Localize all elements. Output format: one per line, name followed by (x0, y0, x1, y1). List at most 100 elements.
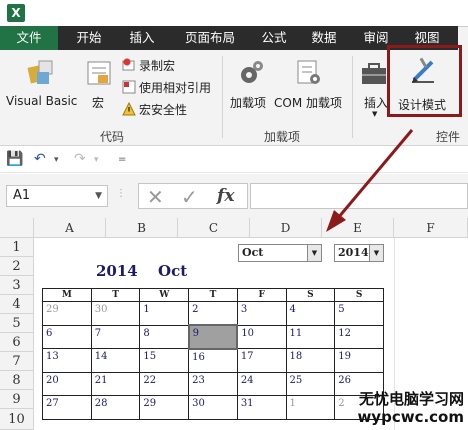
customize-qat-icon[interactable]: = (118, 154, 126, 165)
weekday-header: F (236, 288, 287, 302)
calendar-day-cell[interactable]: 16 (188, 348, 238, 373)
calendar-day-cell[interactable]: 21 (90, 371, 141, 396)
addins-button[interactable]: 加载项 (228, 54, 274, 110)
save-icon[interactable]: 💾 (6, 151, 23, 167)
calendar-day-cell[interactable]: 17 (236, 348, 287, 373)
cancel-icon[interactable]: ✕ (147, 185, 164, 209)
tab-home[interactable]: 开始 (70, 26, 108, 50)
macro-security-button[interactable]: 宏安全性 (122, 100, 187, 120)
calendar-day-cell[interactable]: 11 (285, 324, 336, 349)
calendar-day-cell[interactable]: 8 (139, 324, 190, 349)
controls-group-label: 控件 (436, 130, 461, 144)
enter-icon[interactable]: ✓ (181, 185, 198, 209)
warning-icon (122, 102, 136, 116)
com-addins-button[interactable]: COM 加载项 (272, 54, 348, 110)
chevron-down-icon: ▼ (95, 191, 102, 201)
calendar-day-cell[interactable]: 30 (188, 395, 238, 420)
calendar-day-cell[interactable]: 7 (90, 324, 141, 349)
calendar-day-cell[interactable]: 30 (90, 301, 141, 326)
record-macro-button[interactable]: 录制宏 (122, 56, 175, 76)
row-header[interactable]: 10 (0, 409, 34, 430)
row-header[interactable]: 6 (0, 333, 34, 352)
splitter-dots-icon: ⋮ (116, 188, 126, 199)
year-select[interactable]: 2014 ▼ (334, 244, 384, 262)
calendar-day-cell[interactable]: 23 (188, 371, 238, 396)
chevron-down-icon: ▼ (307, 245, 321, 261)
column-header[interactable]: D (250, 218, 322, 238)
formula-buttons: ✕ ✓ fx (138, 183, 248, 209)
calendar-day-cell[interactable]: 27 (42, 395, 92, 420)
calendar-day-cell[interactable]: 5 (334, 301, 384, 326)
calendar-day-cell[interactable]: 6 (42, 324, 92, 349)
calendar-day-cell[interactable]: 13 (42, 348, 92, 373)
undo-dropdown-icon[interactable]: ▾ (54, 155, 59, 165)
row-header[interactable]: 5 (0, 314, 34, 333)
calendar-day-cell[interactable]: 4 (285, 301, 336, 326)
calendar-day-cell[interactable]: 10 (236, 324, 287, 349)
calendar-year-title: 2014 (96, 262, 138, 280)
row-header[interactable]: 1 (0, 238, 34, 257)
calendar-day-cell[interactable]: 2 (188, 301, 238, 326)
calendar-day-cell[interactable]: 20 (42, 371, 92, 396)
month-select[interactable]: Oct ▼ (238, 244, 322, 262)
group-separator (222, 56, 223, 138)
tab-page-layout[interactable]: 页面布局 (178, 26, 242, 50)
redo-dropdown-icon[interactable]: ▾ (94, 155, 99, 165)
record-icon (122, 58, 135, 71)
calendar-day-cell[interactable]: 22 (139, 371, 190, 396)
row-header[interactable]: 4 (0, 295, 34, 314)
calendar-day-cell[interactable]: 25 (285, 371, 336, 396)
column-header[interactable]: F (394, 218, 468, 238)
tab-data[interactable]: 数据 (306, 26, 342, 50)
tab-insert[interactable]: 插入 (122, 26, 162, 50)
calendar-day-cell[interactable]: 29 (139, 395, 190, 420)
select-all-corner[interactable] (0, 218, 34, 238)
quick-access-toolbar: 💾 ↶ ▾ ↷ ▾ = (0, 147, 468, 173)
addins-group-label: 加载项 (264, 130, 301, 144)
row-header[interactable]: 8 (0, 371, 34, 390)
calendar-day-cell[interactable]: 31 (236, 395, 287, 420)
calendar-month-title: Oct (158, 262, 188, 280)
calendar-day-cell[interactable]: 1 (285, 395, 336, 420)
calendar-day-cell[interactable]: 18 (285, 348, 336, 373)
title-bar: X (0, 0, 468, 26)
calendar-day-cell[interactable]: 15 (139, 348, 190, 373)
column-header[interactable]: E (322, 218, 394, 238)
insert-function-icon[interactable]: fx (217, 186, 234, 206)
design-mode-highlight (387, 45, 462, 117)
formula-input[interactable] (250, 183, 468, 209)
calendar-day-cell[interactable]: 14 (90, 348, 141, 373)
visual-basic-button[interactable]: Visual Basic (4, 54, 78, 110)
calendar-day-cell[interactable]: 12 (334, 324, 384, 349)
toolbox-icon (362, 63, 386, 84)
excel-logo-icon: X (7, 4, 25, 22)
redo-icon[interactable]: ↷ (74, 151, 86, 167)
undo-icon[interactable]: ↶ (34, 151, 46, 167)
relative-reference-button[interactable]: 使用相对引用 (122, 78, 211, 98)
column-header[interactable]: B (106, 218, 178, 238)
row-header[interactable]: 2 (0, 257, 34, 276)
tab-formulas[interactable]: 公式 (256, 26, 292, 50)
calendar-day-cell[interactable]: 3 (236, 301, 287, 326)
weekday-header: M (42, 288, 92, 302)
tab-file[interactable]: 文件 (0, 26, 58, 50)
row-header[interactable]: 9 (0, 390, 34, 409)
watermark: 无忧电脑学习网 wypcwc.com (357, 390, 464, 426)
weekday-header: S (334, 288, 384, 302)
column-header[interactable]: C (178, 218, 250, 238)
calendar-day-cell[interactable]: 19 (334, 348, 384, 373)
calendar-day-cell[interactable]: 1 (139, 301, 190, 326)
weekday-header: T (90, 288, 141, 302)
macros-icon (87, 61, 111, 85)
column-header[interactable]: A (34, 218, 106, 238)
calendar-day-cell-selected[interactable]: 9 (187, 324, 239, 350)
calendar-day-cell[interactable]: 29 (42, 301, 92, 326)
macros-button[interactable]: 宏 (82, 54, 116, 110)
calendar-day-cell[interactable]: 28 (90, 395, 141, 420)
calendar-day-cell[interactable]: 24 (236, 371, 287, 396)
row-header[interactable]: 3 (0, 276, 34, 295)
row-header[interactable]: 7 (0, 352, 34, 371)
weekday-header: W (139, 288, 190, 302)
name-box[interactable]: A1 ▼ (6, 185, 108, 207)
com-addins-icon (297, 60, 320, 84)
